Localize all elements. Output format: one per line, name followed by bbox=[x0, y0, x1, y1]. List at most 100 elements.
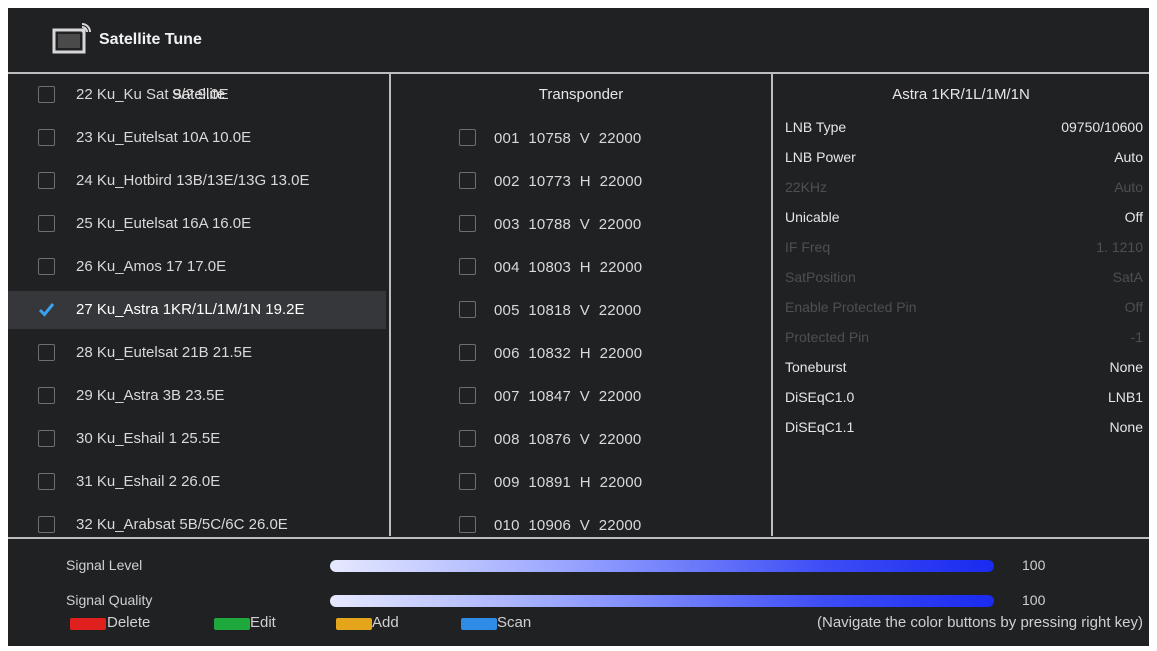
setting-value[interactable]: None bbox=[1110, 419, 1143, 435]
transponder-row[interactable]: 001 10758 V 22000 bbox=[391, 124, 769, 154]
setting-row[interactable]: LNB Power Auto bbox=[773, 149, 1149, 179]
setting-value: 1. 1210 bbox=[1096, 239, 1143, 255]
checkbox[interactable] bbox=[38, 129, 55, 146]
checkbox[interactable] bbox=[459, 172, 476, 189]
setting-value[interactable]: Off bbox=[1125, 209, 1143, 225]
setting-row: Enable Protected Pin Off bbox=[773, 299, 1149, 329]
signal-quality-value: 100 bbox=[1022, 592, 1046, 608]
transponder-row[interactable]: 009 10891 H 22000 bbox=[391, 468, 769, 498]
satellite-row[interactable]: 29 Ku_Astra 3B 23.5E bbox=[8, 377, 386, 415]
transponder-label: 005 10818 V 22000 bbox=[494, 302, 642, 319]
red-key-icon bbox=[70, 618, 106, 630]
setting-row[interactable]: LNB Type 09750/10600 bbox=[773, 119, 1149, 149]
transponder-row[interactable]: 008 10876 V 22000 bbox=[391, 425, 769, 455]
signal-level-bar bbox=[330, 560, 994, 572]
checkbox[interactable] bbox=[38, 344, 55, 361]
satellite-row[interactable]: 27 Ku_Astra 1KR/1L/1M/1N 19.2E bbox=[8, 291, 386, 329]
setting-label: Toneburst bbox=[785, 359, 847, 375]
transponder-label: 006 10832 H 22000 bbox=[494, 345, 643, 362]
delete-button[interactable]: Delete bbox=[107, 614, 150, 631]
transponder-row[interactable]: 006 10832 H 22000 bbox=[391, 339, 769, 369]
satellite-label: 23 Ku_Eutelsat 10A 10.0E bbox=[76, 129, 252, 146]
transponder-row[interactable]: 002 10773 H 22000 bbox=[391, 167, 769, 197]
setting-label: 22KHz bbox=[785, 179, 828, 195]
signal-quality-bar bbox=[330, 595, 994, 607]
blue-key-icon bbox=[461, 618, 497, 630]
setting-row[interactable]: DiSEqC1.1 None bbox=[773, 419, 1149, 449]
transponder-row[interactable]: 004 10803 H 22000 bbox=[391, 253, 769, 283]
checkbox[interactable] bbox=[38, 215, 55, 232]
navigation-hint: (Navigate the color buttons by pressing … bbox=[817, 614, 1143, 631]
checkbox[interactable] bbox=[459, 258, 476, 275]
checkbox[interactable] bbox=[38, 430, 55, 447]
satellite-label: 22 Ku_Ku Sat 9/? 9.0E bbox=[76, 86, 229, 103]
setting-value: -1 bbox=[1130, 329, 1143, 345]
scan-button[interactable]: Scan bbox=[497, 614, 531, 631]
setting-label: IF Freq bbox=[785, 239, 831, 255]
setting-row: SatPosition SatA bbox=[773, 269, 1149, 299]
checkbox[interactable] bbox=[38, 387, 55, 404]
setting-label: DiSEqC1.1 bbox=[785, 419, 855, 435]
setting-value[interactable]: Auto bbox=[1114, 149, 1143, 165]
checkbox[interactable] bbox=[459, 129, 476, 146]
setting-row[interactable]: Toneburst None bbox=[773, 359, 1149, 389]
signal-level-label: Signal Level bbox=[66, 557, 143, 573]
satellite-row[interactable]: 25 Ku_Eutelsat 16A 16.0E bbox=[8, 205, 386, 243]
setting-row: IF Freq 1. 1210 bbox=[773, 239, 1149, 269]
satellite-row[interactable]: 30 Ku_Eshail 1 25.5E bbox=[8, 420, 386, 458]
satellite-row[interactable]: 24 Ku_Hotbird 13B/13E/13G 13.0E bbox=[8, 162, 386, 200]
add-button[interactable]: Add bbox=[372, 614, 399, 631]
setting-label: DiSEqC1.0 bbox=[785, 389, 855, 405]
checkbox[interactable] bbox=[38, 516, 55, 533]
satellite-row[interactable]: 31 Ku_Eshail 2 26.0E bbox=[8, 463, 386, 501]
setting-row[interactable]: Unicable Off bbox=[773, 209, 1149, 239]
setting-value[interactable]: LNB1 bbox=[1108, 389, 1143, 405]
checkbox[interactable] bbox=[459, 344, 476, 361]
checkbox[interactable] bbox=[38, 258, 55, 275]
setting-value: SatA bbox=[1112, 269, 1143, 285]
satellite-settings-panel: Astra 1KR/1L/1M/1N LNB Type 09750/10600 LN… bbox=[773, 74, 1149, 536]
transponder-row[interactable]: 005 10818 V 22000 bbox=[391, 296, 769, 326]
setting-row: 22KHz Auto bbox=[773, 179, 1149, 209]
satellite-row[interactable]: 22 Ku_Ku Sat 9/? 9.0E bbox=[8, 76, 386, 114]
setting-label: Enable Protected Pin bbox=[785, 299, 917, 315]
setting-value: Auto bbox=[1114, 179, 1143, 195]
setting-value[interactable]: None bbox=[1110, 359, 1143, 375]
header: Satellite Tune bbox=[8, 8, 1149, 74]
signal-and-keys-bar: Signal Level 100 Signal Quality 100 Dele… bbox=[8, 537, 1149, 648]
checkbox[interactable] bbox=[459, 301, 476, 318]
satellite-label: 32 Ku_Arabsat 5B/5C/6C 26.0E bbox=[76, 516, 288, 533]
green-key-icon bbox=[214, 618, 250, 630]
transponder-label: 003 10788 V 22000 bbox=[494, 216, 642, 233]
transponder-label: 009 10891 H 22000 bbox=[494, 474, 643, 491]
satellite-label: 28 Ku_Eutelsat 21B 21.5E bbox=[76, 344, 252, 361]
satellite-row[interactable]: 32 Ku_Arabsat 5B/5C/6C 26.0E bbox=[8, 506, 386, 536]
page-title: Satellite Tune bbox=[99, 31, 202, 48]
checked-checkbox[interactable] bbox=[38, 301, 55, 318]
transponder-row[interactable]: 010 10906 V 22000 bbox=[391, 511, 769, 536]
transponder-row[interactable]: 003 10788 V 22000 bbox=[391, 210, 769, 240]
transponder-label: 010 10906 V 22000 bbox=[494, 517, 642, 534]
checkbox[interactable] bbox=[459, 215, 476, 232]
checkbox[interactable] bbox=[459, 387, 476, 404]
checkbox[interactable] bbox=[459, 473, 476, 490]
setting-label: LNB Type bbox=[785, 119, 847, 135]
satellite-row[interactable]: 26 Ku_Amos 17 17.0E bbox=[8, 248, 386, 286]
setting-value[interactable]: 09750/10600 bbox=[1061, 119, 1143, 135]
checkbox[interactable] bbox=[459, 430, 476, 447]
transponder-row[interactable]: 007 10847 V 22000 bbox=[391, 382, 769, 412]
setting-row[interactable]: DiSEqC1.0 LNB1 bbox=[773, 389, 1149, 419]
checkbox[interactable] bbox=[38, 473, 55, 490]
checkbox[interactable] bbox=[459, 516, 476, 533]
edit-button[interactable]: Edit bbox=[250, 614, 276, 631]
satellite-row[interactable]: 28 Ku_Eutelsat 21B 21.5E bbox=[8, 334, 386, 372]
satellite-row[interactable]: 23 Ku_Eutelsat 10A 10.0E bbox=[8, 119, 386, 157]
satellite-label: 27 Ku_Astra 1KR/1L/1M/1N 19.2E bbox=[76, 301, 305, 318]
satellite-label: 25 Ku_Eutelsat 16A 16.0E bbox=[76, 215, 252, 232]
transponder-label: 008 10876 V 22000 bbox=[494, 431, 642, 448]
setting-row: Protected Pin -1 bbox=[773, 329, 1149, 359]
transponder-panel: Transponder 001 10758 V 22000 002 10773 H… bbox=[391, 74, 773, 536]
satellite-tv-icon bbox=[52, 23, 91, 54]
checkbox[interactable] bbox=[38, 172, 55, 189]
checkbox[interactable] bbox=[38, 86, 55, 103]
